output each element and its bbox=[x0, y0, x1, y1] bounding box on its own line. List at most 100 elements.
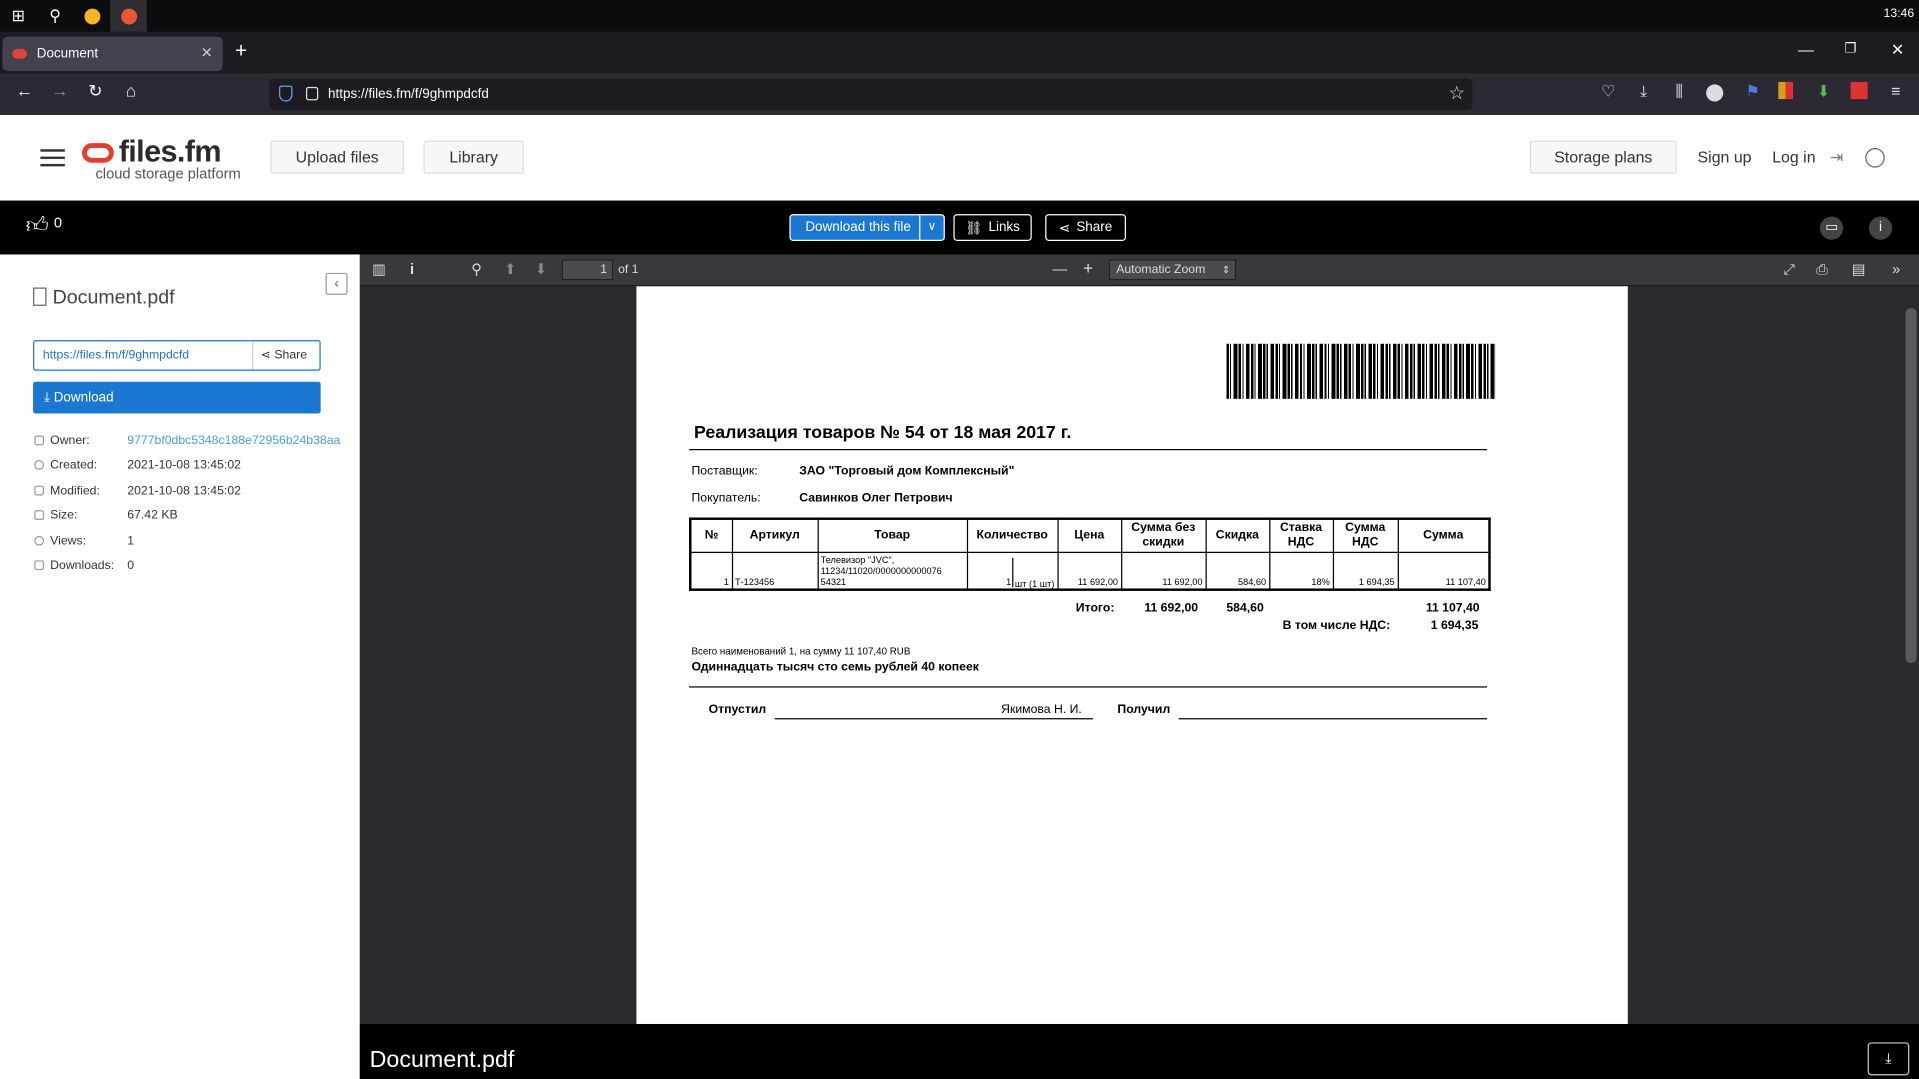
tools-menu-icon[interactable]: » bbox=[1892, 261, 1900, 278]
hamburger-menu-icon[interactable] bbox=[40, 149, 65, 169]
select-arrows-icon: ⇕ bbox=[1221, 264, 1231, 276]
search-icon[interactable]: ⚲ bbox=[37, 0, 74, 32]
favicon-icon bbox=[12, 48, 27, 59]
meta-modified: Modified: 2021-10-08 13:45:02 bbox=[34, 484, 241, 498]
new-tab-icon[interactable]: + bbox=[235, 39, 247, 63]
forward-icon[interactable]: → bbox=[47, 81, 74, 101]
scrollbar-thumb[interactable] bbox=[1905, 308, 1917, 664]
clock: 13:46 bbox=[1883, 7, 1915, 21]
presentation-mode-icon[interactable]: ⤢ bbox=[1783, 261, 1795, 279]
minimize-icon[interactable]: — bbox=[1798, 40, 1814, 58]
file-name-text: Document.pdf bbox=[52, 287, 175, 309]
pdf-page: Реализация товаров № 54 от 18 мая 2017 г… bbox=[636, 286, 1628, 1024]
meta-downloads: Downloads: 0 bbox=[34, 559, 134, 573]
viewer-toolbar bbox=[359, 200, 1919, 255]
col-sum: Сумма bbox=[1397, 518, 1491, 553]
storage-plans-button[interactable]: Storage plans bbox=[1529, 140, 1677, 174]
download-button[interactable]: ⤓ Download bbox=[33, 381, 321, 414]
next-page-icon[interactable]: ⬇ bbox=[535, 261, 547, 278]
collapse-panel-button[interactable]: ‹ bbox=[325, 272, 348, 295]
link-icon: ⛓ bbox=[965, 220, 983, 236]
close-window-icon[interactable]: ✕ bbox=[1891, 40, 1904, 60]
bottom-file-name: Document.pdf bbox=[369, 1047, 515, 1073]
document-properties-icon[interactable]: i bbox=[410, 261, 414, 278]
url-text[interactable]: https://files.fm/f/9ghmpdcfd bbox=[328, 87, 489, 102]
upload-files-button[interactable]: Upload files bbox=[270, 140, 404, 174]
user-icon bbox=[34, 435, 45, 446]
save-icon[interactable]: ▤ bbox=[1852, 261, 1866, 278]
released-label: Отпустил bbox=[708, 703, 767, 717]
extension-flag-icon[interactable]: ⚑ bbox=[1743, 82, 1763, 102]
fullscreen-monitor-icon[interactable]: ▭ bbox=[1819, 216, 1844, 240]
menu-icon[interactable]: ≡ bbox=[1886, 82, 1906, 102]
lock-icon[interactable] bbox=[305, 86, 319, 101]
language-globe-icon[interactable] bbox=[1865, 148, 1885, 168]
zoom-select[interactable]: Automatic Zoom ⇕ bbox=[1108, 259, 1237, 281]
print-icon[interactable]: ⎙ bbox=[1816, 261, 1828, 279]
cell-qty: 1 шт (1 шт) bbox=[966, 551, 1059, 591]
pocket-icon[interactable]: ♡ bbox=[1598, 82, 1618, 102]
col-num: № bbox=[689, 518, 733, 553]
cell-num: 1 bbox=[689, 551, 733, 591]
signature-rule bbox=[689, 686, 1488, 688]
viewer-share-button[interactable]: ⋖ Share bbox=[1045, 214, 1126, 242]
cloud-logo-icon bbox=[82, 143, 114, 164]
brand-tagline: cloud storage platform bbox=[95, 165, 241, 183]
share-link-button[interactable]: ⋖ Share bbox=[253, 349, 307, 362]
download-this-file-button[interactable]: Download this file ∨ bbox=[789, 214, 945, 242]
tab-title: Document bbox=[36, 46, 99, 62]
downloads-icon[interactable]: ⤓ bbox=[1634, 82, 1654, 102]
zoom-out-icon[interactable]: — bbox=[1053, 261, 1068, 278]
pdf-search-icon[interactable]: ⚲ bbox=[471, 261, 482, 278]
like-bar: 👍︎ 0 bbox=[0, 200, 360, 255]
brand-name: files.fm bbox=[118, 134, 222, 169]
firefox-taskbar-icon[interactable] bbox=[110, 0, 147, 32]
extension-badge-icon[interactable] bbox=[1850, 81, 1868, 100]
document-title: Реализация товаров № 54 от 18 мая 2017 г… bbox=[693, 423, 1072, 443]
browser-tab-document[interactable]: Document ✕ bbox=[2, 36, 223, 71]
reload-icon[interactable]: ↻ bbox=[82, 81, 109, 102]
extension-color-icon[interactable] bbox=[1778, 81, 1794, 100]
share-link-input[interactable]: https://files.fm/f/9ghmpdcfd bbox=[34, 341, 254, 370]
chevron-down-icon[interactable]: ∨ bbox=[919, 215, 943, 240]
log-in-link[interactable]: Log in bbox=[1772, 148, 1815, 166]
weight-icon bbox=[34, 510, 45, 520]
clock-icon bbox=[34, 459, 45, 470]
restore-icon[interactable]: ❐ bbox=[1844, 40, 1856, 57]
close-tab-icon[interactable]: ✕ bbox=[201, 44, 213, 61]
url-bar[interactable]: https://files.fm/f/9ghmpdcfd ☆ bbox=[269, 78, 1473, 111]
tracking-shield-icon[interactable] bbox=[279, 85, 293, 102]
viewer-share-label: Share bbox=[1076, 220, 1113, 235]
cell-vat-rate: 18% bbox=[1268, 551, 1334, 591]
previous-page-icon[interactable]: ⬆ bbox=[504, 261, 516, 278]
links-button[interactable]: ⛓ Links bbox=[953, 214, 1032, 242]
col-vat-rate: Ставка НДС bbox=[1268, 518, 1334, 553]
download-this-file-label[interactable]: Download this file bbox=[791, 220, 920, 235]
col-price: Цена bbox=[1056, 518, 1122, 553]
page-number-input[interactable]: 1 bbox=[561, 259, 614, 281]
thumbs-up-icon[interactable]: 👍︎ bbox=[26, 212, 49, 239]
vat-total: 1 694,35 bbox=[1430, 619, 1479, 633]
bookmark-star-icon[interactable]: ☆ bbox=[1449, 82, 1465, 104]
bottom-download-icon[interactable]: ⤓ bbox=[1867, 1042, 1910, 1076]
library-button[interactable]: Library bbox=[423, 140, 524, 174]
sign-up-link[interactable]: Sign up bbox=[1698, 148, 1752, 166]
meta-views: Views: 1 bbox=[34, 535, 134, 548]
pdf-scrollbar[interactable] bbox=[1901, 286, 1919, 1024]
table-header-row: № Артикул Товар Количество Цена Сумма бе… bbox=[689, 518, 1491, 553]
account-icon[interactable] bbox=[1706, 84, 1724, 102]
home-icon[interactable]: ⌂ bbox=[117, 81, 144, 101]
cell-article: Т-123456 bbox=[731, 551, 819, 591]
back-icon[interactable]: ← bbox=[11, 81, 38, 101]
library-icon[interactable]: ⫼ bbox=[1669, 82, 1689, 102]
document-icon bbox=[33, 287, 47, 306]
sidebar-toggle-icon[interactable]: ▥ bbox=[372, 261, 386, 278]
zoom-in-icon[interactable]: + bbox=[1083, 258, 1093, 278]
info-icon[interactable]: i bbox=[1868, 216, 1893, 240]
extension-download-icon[interactable]: ⬇ bbox=[1814, 82, 1834, 102]
login-arrow-icon[interactable]: ⇥ bbox=[1830, 148, 1843, 168]
windows-start-icon[interactable]: ⊞ bbox=[0, 0, 37, 32]
files-fm-logo[interactable]: files.fm cloud storage platform bbox=[82, 134, 241, 183]
owner-link[interactable]: 9777bf0dbc5348c188e72956b24b38aa bbox=[127, 434, 340, 447]
app-emoji-icon[interactable] bbox=[73, 0, 110, 32]
